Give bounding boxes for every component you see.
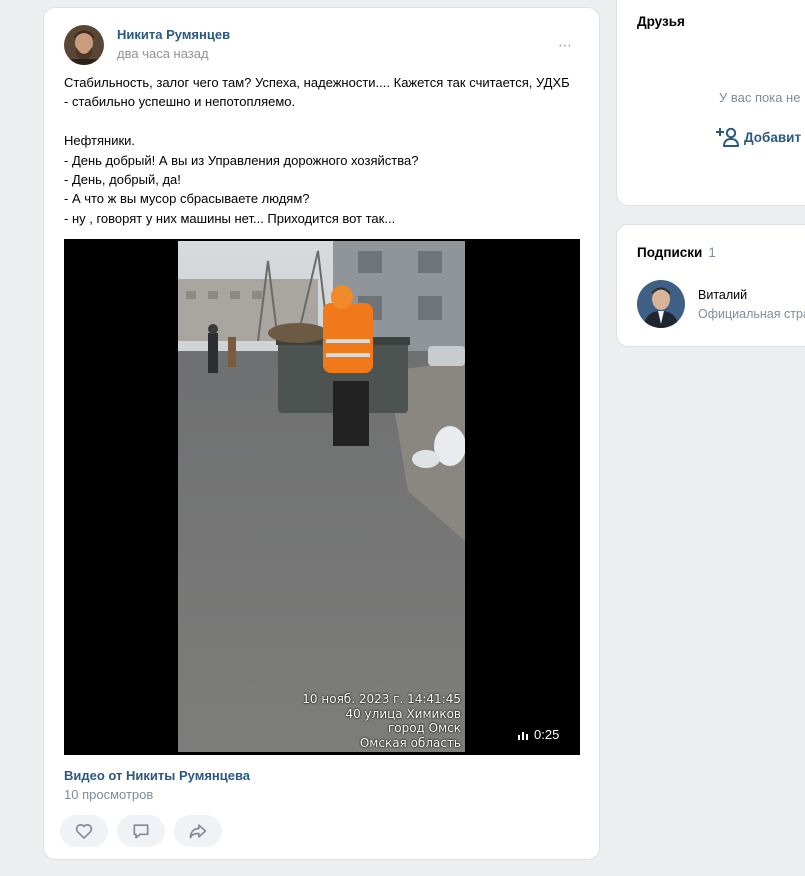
post-text-line [64, 112, 584, 131]
video-duration-text: 0:25 [534, 727, 560, 742]
stamp-line: Омская область [359, 735, 461, 750]
post-text-line: Стабильность, залог чего там? Успеха, на… [64, 75, 570, 90]
subscriptions-title: Подписки [637, 245, 703, 260]
share-arrow-icon [189, 824, 207, 839]
video-timestamp-overlay: 10 нояб. 2023 г. 14:41:45 40 улица Химик… [302, 692, 461, 750]
author-avatar[interactable] [64, 25, 104, 65]
video-duration: 0:25 [518, 727, 559, 742]
video-thumbnail[interactable]: 10 нояб. 2023 г. 14:41:45 40 улица Химик… [178, 241, 465, 752]
video-title-link[interactable]: Видео от Никиты Румянцева [64, 768, 250, 783]
post-text: Стабильность, залог чего там? Успеха, на… [64, 73, 584, 228]
friends-title[interactable]: Друзья [637, 14, 685, 29]
comment-button[interactable] [117, 815, 165, 847]
subscription-name[interactable]: Виталий [698, 288, 747, 302]
video-player[interactable]: 10 нояб. 2023 г. 14:41:45 40 улица Химик… [64, 239, 580, 755]
video-views: 10 просмотров [64, 787, 154, 802]
subscriptions-block: Подписки 1 Виталий Официальная стра [616, 224, 805, 347]
add-user-icon [716, 127, 739, 147]
subscriptions-count: 1 [708, 245, 716, 260]
post-text-line: - День добрый! А вы из Управления дорожн… [64, 152, 419, 168]
post-text-line: - День, добрый, да! [64, 172, 181, 188]
subscription-description: Официальная стра [698, 307, 805, 321]
more-options-icon[interactable]: ⋯ [558, 38, 573, 52]
post-timestamp[interactable]: два часа назад [117, 46, 209, 61]
friends-empty-text: У вас пока не [719, 90, 801, 105]
stamp-line: 40 улица Химиков [345, 706, 461, 721]
bar-chart-icon [518, 731, 528, 740]
post-text-line: - ну , говорят у них машины нет... Прихо… [64, 210, 396, 226]
post-author-name[interactable]: Никита Румянцев [117, 27, 230, 42]
stamp-line: город Омск [387, 721, 461, 735]
like-button[interactable] [60, 815, 108, 847]
subscription-avatar[interactable] [637, 280, 685, 328]
heart-icon [75, 823, 93, 839]
comment-icon [133, 824, 149, 839]
post-text-line: - стабильно успешно и непотопляемо. [64, 94, 296, 110]
post-text-line: - А что ж вы мусор сбрасываете людям? [64, 191, 310, 207]
add-friend-label: Добавит [744, 129, 802, 145]
subscriptions-header[interactable]: Подписки 1 [637, 245, 716, 260]
post-card: Никита Румянцев два часа назад ⋯ Стабиль… [43, 7, 600, 860]
post-text-line: Нефтяники. [64, 133, 136, 149]
add-friend-link[interactable]: Добавит [715, 127, 801, 147]
share-button[interactable] [174, 815, 222, 847]
stamp-line: 10 нояб. 2023 г. 14:41:45 [302, 692, 461, 706]
friends-block: Друзья У вас пока не Добавит [616, 0, 805, 206]
